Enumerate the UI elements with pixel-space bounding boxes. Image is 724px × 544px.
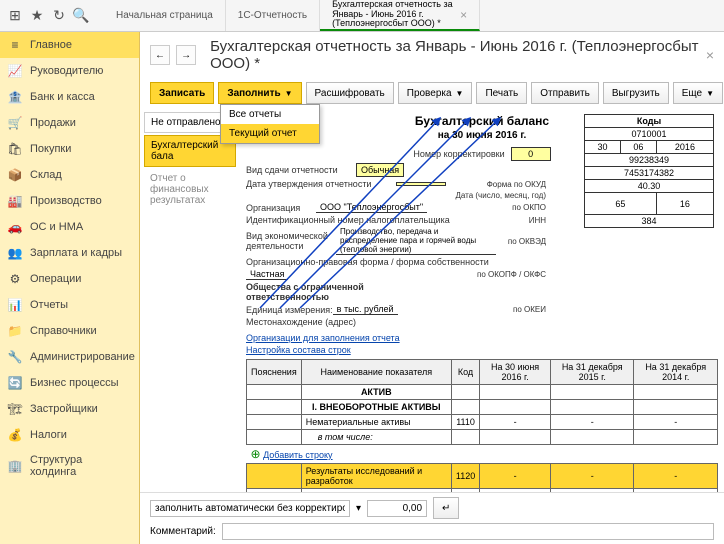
search-icon[interactable]: 🔍	[72, 7, 90, 25]
sidebar-item-3[interactable]: 🛒Продажи	[0, 110, 139, 136]
sidebar-icon: 🔧	[8, 350, 22, 364]
sidebar-item-14[interactable]: 🏗Застройщики	[0, 396, 139, 422]
date-approve-field[interactable]	[396, 182, 446, 186]
comment-field[interactable]	[222, 523, 714, 540]
history-icon[interactable]: ↻	[50, 7, 68, 25]
sidebar-item-15[interactable]: 💰Налоги	[0, 422, 139, 448]
sidebar-icon: 🚗	[8, 220, 22, 234]
sidebar-icon: 🏦	[8, 90, 22, 104]
dd-all-reports[interactable]: Все отчеты	[221, 105, 319, 124]
decode-button[interactable]: Расшифровать	[306, 82, 394, 104]
apply-button[interactable]: ↵	[433, 497, 459, 519]
sidebar-icon: 🏢	[8, 459, 22, 473]
page-title: Бухгалтерская отчетность за Январь - Июн…	[210, 38, 700, 72]
sidebar-item-6[interactable]: 🏭Производство	[0, 188, 139, 214]
send-button[interactable]: Отправить	[531, 82, 599, 104]
fill-mode-select[interactable]	[150, 500, 350, 517]
table-row[interactable]: Нематериальные активы1110---	[247, 415, 718, 430]
table-row[interactable]: Результаты исследований и разработок1120…	[247, 464, 718, 489]
sidebar-icon: 👥	[8, 246, 22, 260]
star-icon[interactable]: ★	[28, 7, 46, 25]
sidebar-item-13[interactable]: 🔄Бизнес процессы	[0, 370, 139, 396]
fill-dropdown: Все отчеты Текущий отчет	[220, 104, 320, 144]
link-orgs[interactable]: Организации для заполнения отчета	[246, 333, 400, 343]
back-button[interactable]: ←	[150, 45, 170, 65]
add-row-link[interactable]: Добавить строку	[263, 450, 332, 460]
sidebar-icon: 🛍	[8, 142, 22, 156]
chevron-down-icon[interactable]: ▾	[356, 503, 361, 514]
sidebar-item-12[interactable]: 🔧Администрирование	[0, 344, 139, 370]
link-rows-setup[interactable]: Настройка состава строк	[246, 345, 351, 355]
balance-table: ПоясненияНаименование показателяКод На 3…	[246, 359, 718, 492]
sidebar-icon: 📊	[8, 298, 22, 312]
sidebar-icon: 📁	[8, 324, 22, 338]
print-button[interactable]: Печать	[476, 82, 527, 104]
sidebar-icon: 🛒	[8, 116, 22, 130]
tab-pnl[interactable]: Отчет о финансовых результатах	[144, 169, 236, 210]
sidebar-item-1[interactable]: 📈Руководителю	[0, 58, 139, 84]
sidebar-item-9[interactable]: ⚙Операции	[0, 266, 139, 292]
org-field: ООО "Теплоэнергосбыт"	[316, 202, 427, 213]
sidebar-icon: 🏭	[8, 194, 22, 208]
sidebar-item-10[interactable]: 📊Отчеты	[0, 292, 139, 318]
sidebar-icon: 💰	[8, 428, 22, 442]
apps-icon[interactable]: ⊞	[6, 7, 24, 25]
value-field[interactable]	[367, 500, 427, 517]
sidebar-item-16[interactable]: 🏢Структура холдинга	[0, 448, 139, 484]
codes-panel: Коды 0710001 30062016 99238349 745317438…	[584, 114, 714, 228]
sidebar-item-0[interactable]: ≡Главное	[0, 32, 139, 58]
sidebar-icon: ≡	[8, 38, 22, 52]
sidebar-item-2[interactable]: 🏦Банк и касса	[0, 84, 139, 110]
sidebar-item-7[interactable]: 🚗ОС и НМА	[0, 214, 139, 240]
sidebar: ≡Главное📈Руководителю🏦Банк и касса🛒Прода…	[0, 32, 140, 544]
dd-current-report[interactable]: Текущий отчет	[221, 124, 319, 143]
tab-current[interactable]: Бухгалтерская отчетность за Январь - Июн…	[320, 0, 480, 31]
tab-home[interactable]: Начальная страница	[104, 0, 226, 31]
sidebar-item-4[interactable]: 🛍Покупки	[0, 136, 139, 162]
export-button[interactable]: Выгрузить	[603, 82, 669, 104]
close-icon[interactable]: ×	[706, 47, 714, 63]
vid-field[interactable]: Обычная	[356, 163, 404, 177]
sidebar-item-11[interactable]: 📁Справочники	[0, 318, 139, 344]
sidebar-item-8[interactable]: 👥Зарплата и кадры	[0, 240, 139, 266]
top-tabs: Начальная страница 1С-Отчетность Бухгалт…	[104, 0, 480, 31]
check-button[interactable]: Проверка▼	[398, 82, 473, 104]
corr-num-field[interactable]: 0	[511, 147, 551, 161]
sidebar-icon: 🏗	[8, 402, 22, 416]
sidebar-item-5[interactable]: 📦Склад	[0, 162, 139, 188]
forward-button[interactable]: →	[176, 45, 196, 65]
sidebar-icon: 🔄	[8, 376, 22, 390]
more-button[interactable]: Еще▼	[673, 82, 723, 104]
save-button[interactable]: Записать	[150, 82, 214, 104]
sidebar-icon: 📈	[8, 64, 22, 78]
sidebar-icon: ⚙	[8, 272, 22, 286]
sidebar-icon: 📦	[8, 168, 22, 182]
form-area: Бухгалтерский баланс на 30 июня 2016 г. …	[240, 108, 724, 492]
tab-reporting[interactable]: 1С-Отчетность	[226, 0, 320, 31]
tab-close-icon[interactable]: ×	[460, 8, 467, 22]
fill-button[interactable]: Заполнить▼	[218, 82, 301, 104]
